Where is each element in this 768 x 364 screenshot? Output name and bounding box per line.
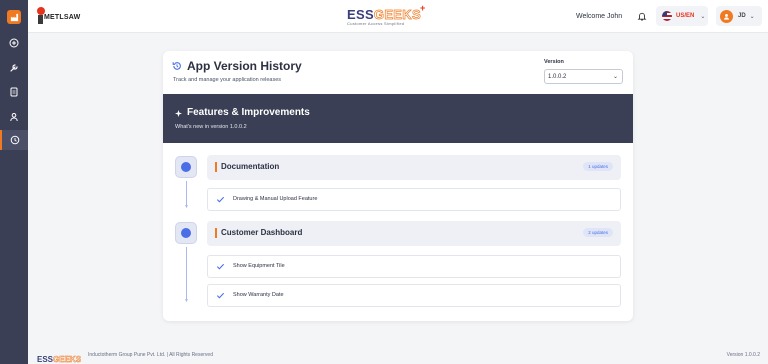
chevron-down-icon: ⌄ [700,13,706,20]
avatar [720,9,733,23]
updates-badge: 2 updates [583,228,613,237]
features-banner: Features & Improvements What's new in ve… [163,94,633,143]
us-flag-icon [662,11,672,21]
sidebar-item-dashboard[interactable] [0,33,28,53]
bell-icon[interactable] [637,11,647,21]
banner-title: Features & Improvements [187,107,310,118]
top-header: METLSAW ESSGEEKS + Customer Access Simpl… [28,0,768,33]
user-initials: JD [738,13,746,19]
version-select-value: 1.0.0.2 [548,73,567,80]
logo-tagline: Customer Access Simplified [347,21,405,26]
page-title: App Version History [187,59,302,73]
check-icon [216,263,225,270]
user-avatar-icon [724,13,729,20]
section-title: Customer Dashboard [221,228,303,237]
app-logo-icon[interactable] [7,10,21,24]
section-title: Documentation [221,162,280,171]
document-icon [10,87,18,97]
footer-logo-part-2: GEEKS [53,355,82,364]
footer-logo: ESSGEEKS [37,349,81,364]
section-header-documentation[interactable]: Documentation 1 updates [207,155,621,180]
list-item: Show Warranty Date [207,284,621,307]
footer-logo-part-1: ESS [37,355,54,364]
section-header-customer-dashboard[interactable]: Customer Dashboard 2 updates [207,221,621,246]
arrow-down-icon: ▼ [184,298,189,304]
list-item: Show Equipment Tile [207,255,621,278]
timeline-node [175,156,197,178]
list-item: Drawing & Manual Upload Feature [207,188,621,211]
logo-plus: + [420,3,426,13]
brand-name: METLSAW [44,14,81,21]
list-item-text: Show Equipment Tile [233,263,285,269]
page-subtitle: Track and manage your application releas… [173,77,282,83]
plus-circle-icon [9,38,19,48]
banner-subtitle: What's new in version 1.0.0.2 [175,124,247,130]
arrow-down-icon: ▼ [184,204,189,210]
sidebar-item-documents[interactable] [0,82,28,102]
sidebar [0,0,28,364]
list-item-text: Drawing & Manual Upload Feature [233,196,318,202]
user-icon [10,113,18,122]
timeline-dot [181,162,191,172]
version-label: Version [544,59,564,65]
sidebar-item-profile[interactable] [0,107,28,127]
brand-mark-icon [38,15,43,24]
chevron-down-icon: ⌄ [612,74,618,80]
essgeeks-logo[interactable]: ESSGEEKS + Customer Access Simplified [347,3,425,26]
chevron-down-icon: ⌄ [749,13,755,20]
clock-icon [10,135,20,145]
copyright-text: Inductotherm Group Pune Pvt. Ltd. | All … [88,352,213,358]
version-select[interactable]: 1.0.0.2 ⌄ [544,69,623,84]
language-selector[interactable]: US/EN ⌄ [656,6,708,26]
sparkle-icon [175,110,182,117]
history-icon [172,62,181,70]
list-item-text: Show Warranty Date [233,292,284,298]
check-icon [216,292,225,299]
sidebar-item-tools[interactable] [0,58,28,78]
logo-part-2: GEEKS [373,7,421,23]
timeline-dot [181,228,191,238]
user-menu[interactable]: JD ⌄ [716,6,762,26]
welcome-text: Welcome John [576,13,623,20]
timeline-line [186,247,187,301]
footer-version: Version 1.0.0.2 [726,352,760,358]
check-icon [216,196,225,203]
timeline-node [175,222,197,244]
sidebar-item-version-history[interactable] [0,130,28,150]
wrench-icon [10,64,18,72]
language-label: US/EN [676,13,695,19]
updates-badge: 1 updates [583,162,613,171]
factory-icon [10,13,18,21]
version-history-card: App Version History Track and manage you… [163,51,633,321]
logo-part-1: ESS [347,7,374,22]
section-accent-bar [215,228,217,238]
section-accent-bar [215,162,217,172]
